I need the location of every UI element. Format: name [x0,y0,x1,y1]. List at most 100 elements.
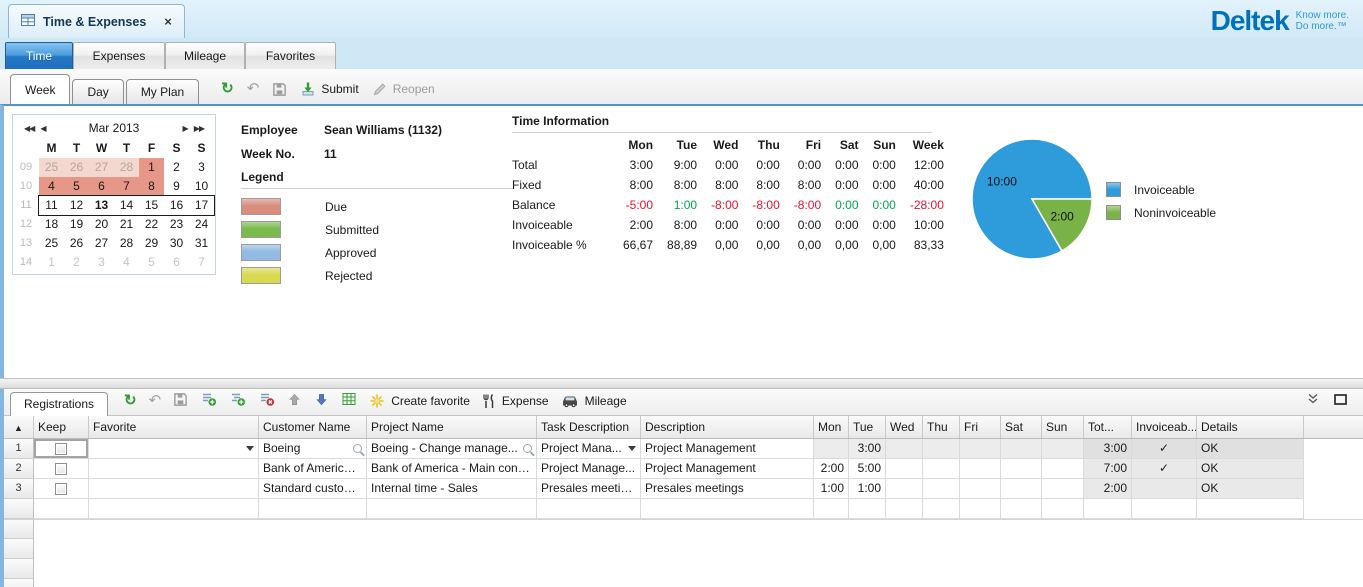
column-header-thu[interactable]: Thu [923,416,960,438]
tab-mileage[interactable]: Mileage [165,42,245,69]
calendar-day[interactable]: 21 [114,215,139,234]
column-header-wed[interactable]: Wed [886,416,923,438]
maximize-panel-button[interactable] [1334,394,1347,408]
calendar-day[interactable]: 3 [89,253,114,272]
undo-grid-button[interactable]: ↶ [149,394,162,408]
keep-checkbox[interactable] [55,463,67,475]
day-cell-tue[interactable]: 3:00 [849,439,886,459]
empty-cell[interactable] [34,499,89,519]
calendar-day[interactable]: 23 [164,215,189,234]
submit-button[interactable]: Submit [300,81,358,97]
keep-cell[interactable] [34,479,89,499]
calendar-day[interactable]: 7 [114,177,139,196]
calendar-day[interactable]: 19 [64,215,89,234]
empty-cell[interactable] [259,499,367,519]
column-header-total[interactable]: Tot... [1084,416,1132,438]
calendar-day[interactable]: 11 [39,196,64,215]
column-header-project[interactable]: Project Name [367,416,537,438]
expense-button[interactable]: Expense [482,393,549,409]
column-header-customer[interactable]: Customer Name [259,416,367,438]
calendar-day[interactable]: 6 [164,253,189,272]
task-cell[interactable]: Project Manage... [537,459,641,479]
customer-cell[interactable]: Boeing [259,439,367,459]
tab-expenses[interactable]: Expenses [73,42,165,69]
keep-cell[interactable] [34,439,89,459]
keep-checkbox[interactable] [55,443,67,455]
column-header-details[interactable]: Details [1197,416,1304,438]
day-cell-sun[interactable] [1042,459,1084,479]
undo-button[interactable]: ↶ [247,82,260,96]
project-cell[interactable]: Bank of America - Main contr... [367,459,537,479]
day-cell-mon[interactable]: 2:00 [814,459,849,479]
column-header-desc[interactable]: Description [641,416,814,438]
row-header[interactable]: 1 [4,439,34,459]
calendar-day[interactable]: 7 [189,253,214,272]
calendar-day[interactable]: 28 [114,234,139,253]
add-line-button[interactable] [200,391,217,410]
description-cell[interactable]: Presales meetings [641,479,814,499]
column-header-rowhdr[interactable]: ▲ [4,416,34,438]
empty-cell[interactable] [886,499,923,519]
calendar-day[interactable]: 12 [64,196,89,215]
close-icon[interactable]: × [164,14,172,29]
calendar-day[interactable]: 5 [64,177,89,196]
empty-cell[interactable] [641,499,814,519]
description-cell[interactable]: Project Management [641,439,814,459]
day-cell-thu[interactable] [923,439,960,459]
favorite-cell[interactable] [89,459,259,479]
calendar-day[interactable]: 6 [89,177,114,196]
calendar-day[interactable]: 24 [189,215,214,234]
row-header[interactable]: 3 [4,479,34,499]
calendar-day[interactable]: 26 [64,234,89,253]
calendar-day[interactable]: 15 [139,196,164,215]
calendar-day[interactable]: 13 [89,196,114,215]
project-cell[interactable]: Boeing - Change manage... [367,439,537,459]
empty-cell[interactable] [1001,499,1042,519]
keep-checkbox[interactable] [55,483,67,495]
description-cell[interactable]: Project Management [641,459,814,479]
calendar-day[interactable]: 4 [114,253,139,272]
refresh-button[interactable]: ↻ [221,82,234,96]
calendar-day[interactable]: 2 [164,158,189,177]
column-header-tue[interactable]: Tue [849,416,886,438]
calendar-day[interactable]: 27 [89,234,114,253]
column-header-sat[interactable]: Sat [1001,416,1042,438]
move-down-button[interactable] [314,392,329,410]
document-tab[interactable]: Time & Expenses × [8,4,185,38]
prev-year-button[interactable]: ◀◀ [21,124,37,133]
calendar-day[interactable]: 27 [89,158,114,177]
save-button[interactable] [272,82,287,97]
empty-cell[interactable] [960,499,1001,519]
row-header[interactable] [4,499,34,519]
project-cell[interactable]: Internal time - Sales [367,479,537,499]
empty-cell[interactable] [367,499,537,519]
empty-cell[interactable] [814,499,849,519]
calendar-day[interactable]: 25 [39,234,64,253]
reopen-button[interactable]: Reopen [372,81,435,97]
grid-view-button[interactable] [341,391,357,410]
calendar-day[interactable]: 8 [139,177,164,196]
day-cell-mon[interactable] [814,439,849,459]
empty-cell[interactable] [1084,499,1132,519]
tab-time[interactable]: Time [5,42,73,69]
day-cell-fri[interactable] [960,439,1001,459]
calendar-day[interactable]: 10 [189,177,214,196]
day-cell-fri[interactable] [960,479,1001,499]
customer-cell[interactable]: Standard custom... [259,479,367,499]
empty-cell[interactable] [537,499,641,519]
column-header-inv[interactable]: Invoiceab... [1132,416,1197,438]
calendar-day[interactable]: 5 [139,253,164,272]
view-tab-week[interactable]: Week [10,74,70,104]
insert-line-button[interactable] [229,391,246,410]
column-header-mon[interactable]: Mon [814,416,849,438]
day-cell-tue[interactable]: 1:00 [849,479,886,499]
column-header-favorite[interactable]: Favorite [89,416,259,438]
calendar-day[interactable]: 26 [64,158,89,177]
calendar-day[interactable]: 30 [164,234,189,253]
column-header-sun[interactable]: Sun [1042,416,1084,438]
empty-cell[interactable] [1042,499,1084,519]
task-cell[interactable]: Project Mana... [537,439,641,459]
calendar-day[interactable]: 9 [164,177,189,196]
calendar-day[interactable]: 14 [114,196,139,215]
delete-line-button[interactable] [258,391,275,410]
